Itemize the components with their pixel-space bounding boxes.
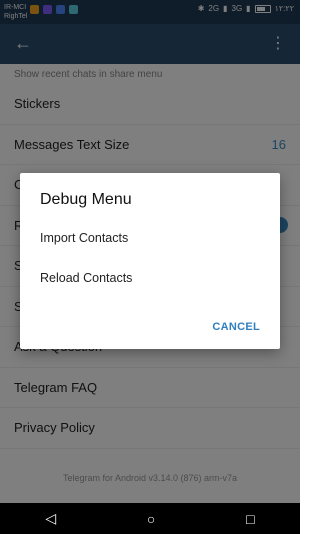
reload-contacts-item[interactable]: Reload Contacts xyxy=(40,271,132,285)
system-nav-bar: ◁ ○ □ xyxy=(0,503,300,534)
dialog-title: Debug Menu xyxy=(40,191,132,208)
home-circle-icon[interactable]: ○ xyxy=(147,511,155,527)
cancel-button[interactable]: CANCEL xyxy=(212,321,260,333)
recents-square-icon[interactable]: □ xyxy=(246,511,254,527)
import-contacts-item[interactable]: Import Contacts xyxy=(40,231,128,245)
debug-menu-dialog: Debug Menu Import Contacts Reload Contac… xyxy=(20,173,280,349)
back-triangle-icon[interactable]: ◁ xyxy=(45,510,56,527)
